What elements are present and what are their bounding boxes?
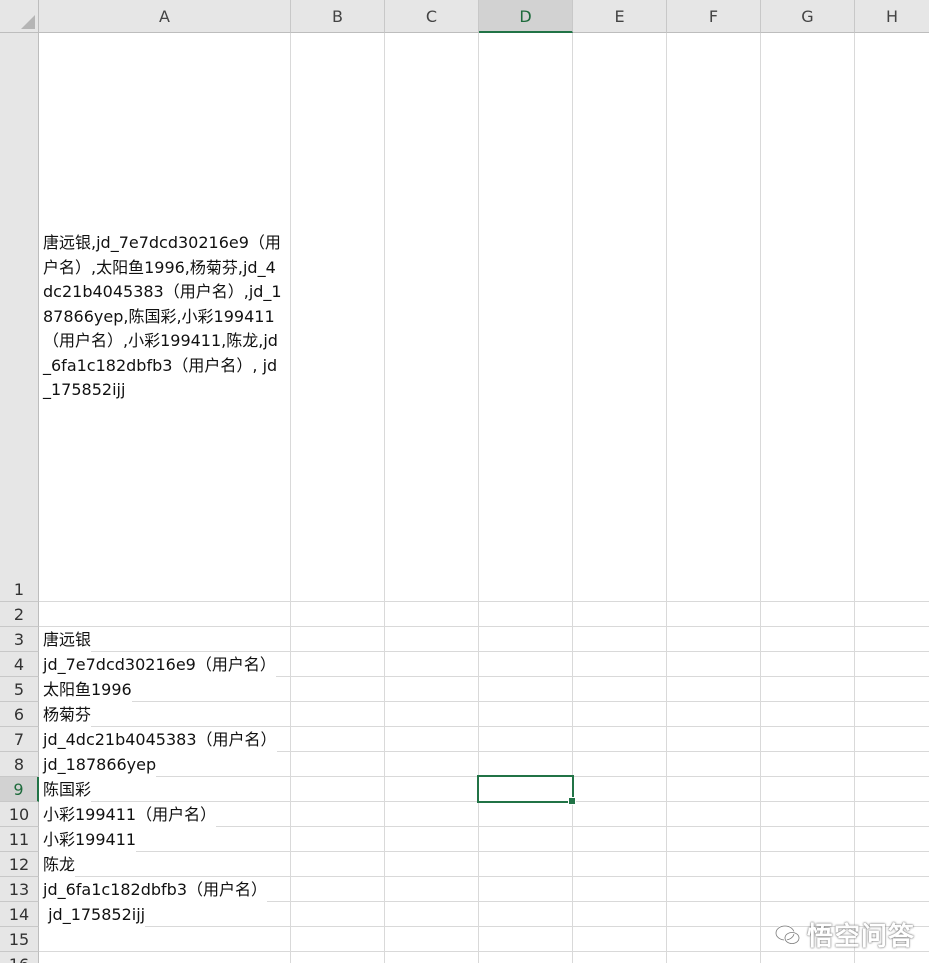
cell-a8[interactable]: jd_187866yep	[39, 752, 157, 777]
column-header-b[interactable]: B	[291, 0, 385, 33]
column-header-e[interactable]: E	[573, 0, 667, 33]
row-header-12[interactable]: 12	[0, 852, 39, 877]
chat-bubbles-logo-icon	[774, 924, 801, 945]
cell-a4[interactable]: jd_7e7dcd30216e9（用户名）	[39, 652, 276, 677]
column-header-a[interactable]: A	[39, 0, 291, 33]
row-header-15[interactable]: 15	[0, 927, 39, 952]
row-header-6[interactable]: 6	[0, 702, 39, 727]
cell-a9[interactable]: 陈国彩	[39, 777, 92, 802]
watermark-text: 悟空问答	[806, 922, 915, 952]
gridline	[39, 851, 929, 852]
cell-a1[interactable]: 唐远银,jd_7e7dcd30216e9（用户名）,太阳鱼1996,杨菊芬,jd…	[39, 33, 290, 601]
column-header-c[interactable]: C	[385, 0, 479, 33]
gridline	[39, 626, 929, 627]
select-all-corner[interactable]	[0, 0, 39, 33]
row-header-11[interactable]: 11	[0, 827, 39, 852]
column-header-h[interactable]: H	[855, 0, 929, 33]
watermark: 悟空问答	[774, 916, 915, 953]
cell-a7[interactable]: jd_4dc21b4045383（用户名）	[39, 727, 277, 752]
row-header-1[interactable]: 1	[0, 33, 39, 602]
row-header-10[interactable]: 10	[0, 802, 39, 827]
gridline	[854, 33, 855, 963]
gridline	[760, 33, 761, 963]
gridline	[384, 33, 385, 963]
cell-a13[interactable]: jd_6fa1c182dbfb3（用户名）	[39, 877, 268, 902]
select-all-triangle-icon[interactable]	[21, 15, 35, 29]
row-header-13[interactable]: 13	[0, 877, 39, 902]
row-header-5[interactable]: 5	[0, 677, 39, 702]
cell-a12[interactable]: 陈龙	[39, 852, 76, 877]
gridline	[39, 601, 929, 602]
row-header-16[interactable]: 16	[0, 952, 39, 963]
cell-a5[interactable]: 太阳鱼1996	[39, 677, 132, 702]
gridline	[666, 33, 667, 963]
spreadsheet-grid[interactable]: A B C D E F G H 1 2 3 4 5 6 7 8 9 10 11 …	[0, 0, 929, 963]
selected-cell-d9[interactable]	[477, 775, 576, 805]
row-header-2[interactable]: 2	[0, 602, 39, 627]
column-header-f[interactable]: F	[667, 0, 761, 33]
cell-a14[interactable]: jd_175852ijj	[39, 902, 146, 927]
row-header-4[interactable]: 4	[0, 652, 39, 677]
cell-a3[interactable]: 唐远银	[39, 627, 92, 652]
row-header-7[interactable]: 7	[0, 727, 39, 752]
cell-a1-text: 唐远银,jd_7e7dcd30216e9（用户名）,太阳鱼1996,杨菊芬,jd…	[43, 233, 282, 400]
gridline	[290, 33, 291, 963]
row-header-3[interactable]: 3	[0, 627, 39, 652]
cell-a11[interactable]: 小彩199411	[39, 827, 137, 852]
fill-handle[interactable]	[568, 797, 576, 805]
cell-a10[interactable]: 小彩199411（用户名）	[39, 802, 217, 827]
gridline	[39, 701, 929, 702]
row-header-9[interactable]: 9	[0, 777, 39, 802]
row-header-14[interactable]: 14	[0, 902, 39, 927]
row-header-8[interactable]: 8	[0, 752, 39, 777]
gridline	[572, 33, 573, 963]
column-header-g[interactable]: G	[761, 0, 855, 33]
cell-a6[interactable]: 杨菊芬	[39, 702, 92, 727]
gridline	[478, 33, 479, 963]
column-header-d[interactable]: D	[479, 0, 573, 33]
